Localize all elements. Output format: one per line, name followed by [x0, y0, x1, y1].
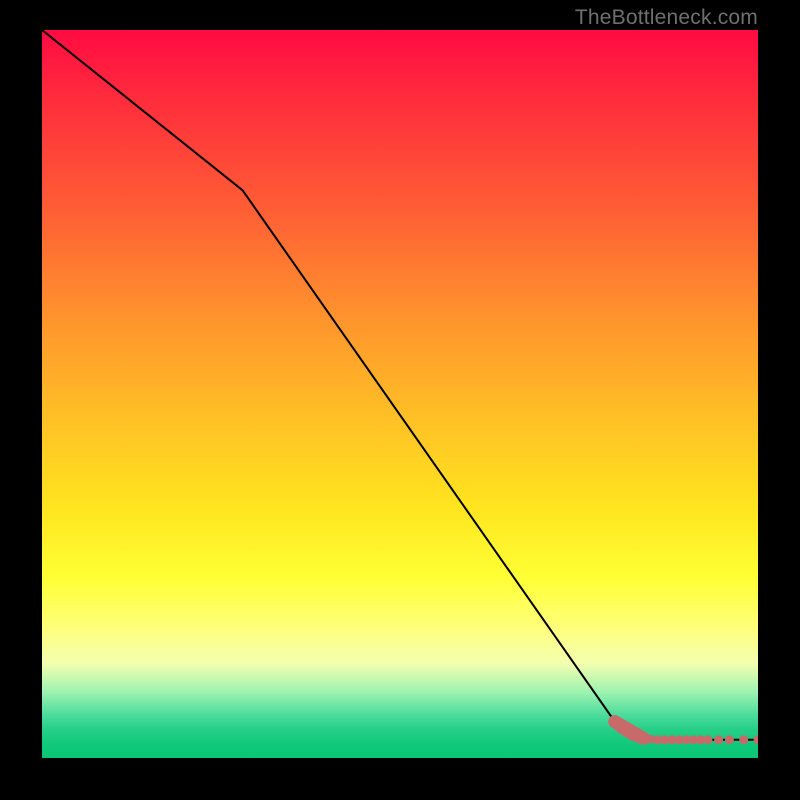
attribution-text: TheBottleneck.com [575, 6, 758, 30]
data-point [725, 735, 734, 744]
data-point [714, 735, 723, 744]
plot-area [42, 30, 758, 758]
chart-frame: TheBottleneck.com [0, 0, 800, 800]
data-point [754, 735, 759, 744]
curve-line [42, 30, 758, 740]
data-point [739, 735, 748, 744]
chart-svg [42, 30, 758, 758]
data-point [703, 735, 712, 744]
